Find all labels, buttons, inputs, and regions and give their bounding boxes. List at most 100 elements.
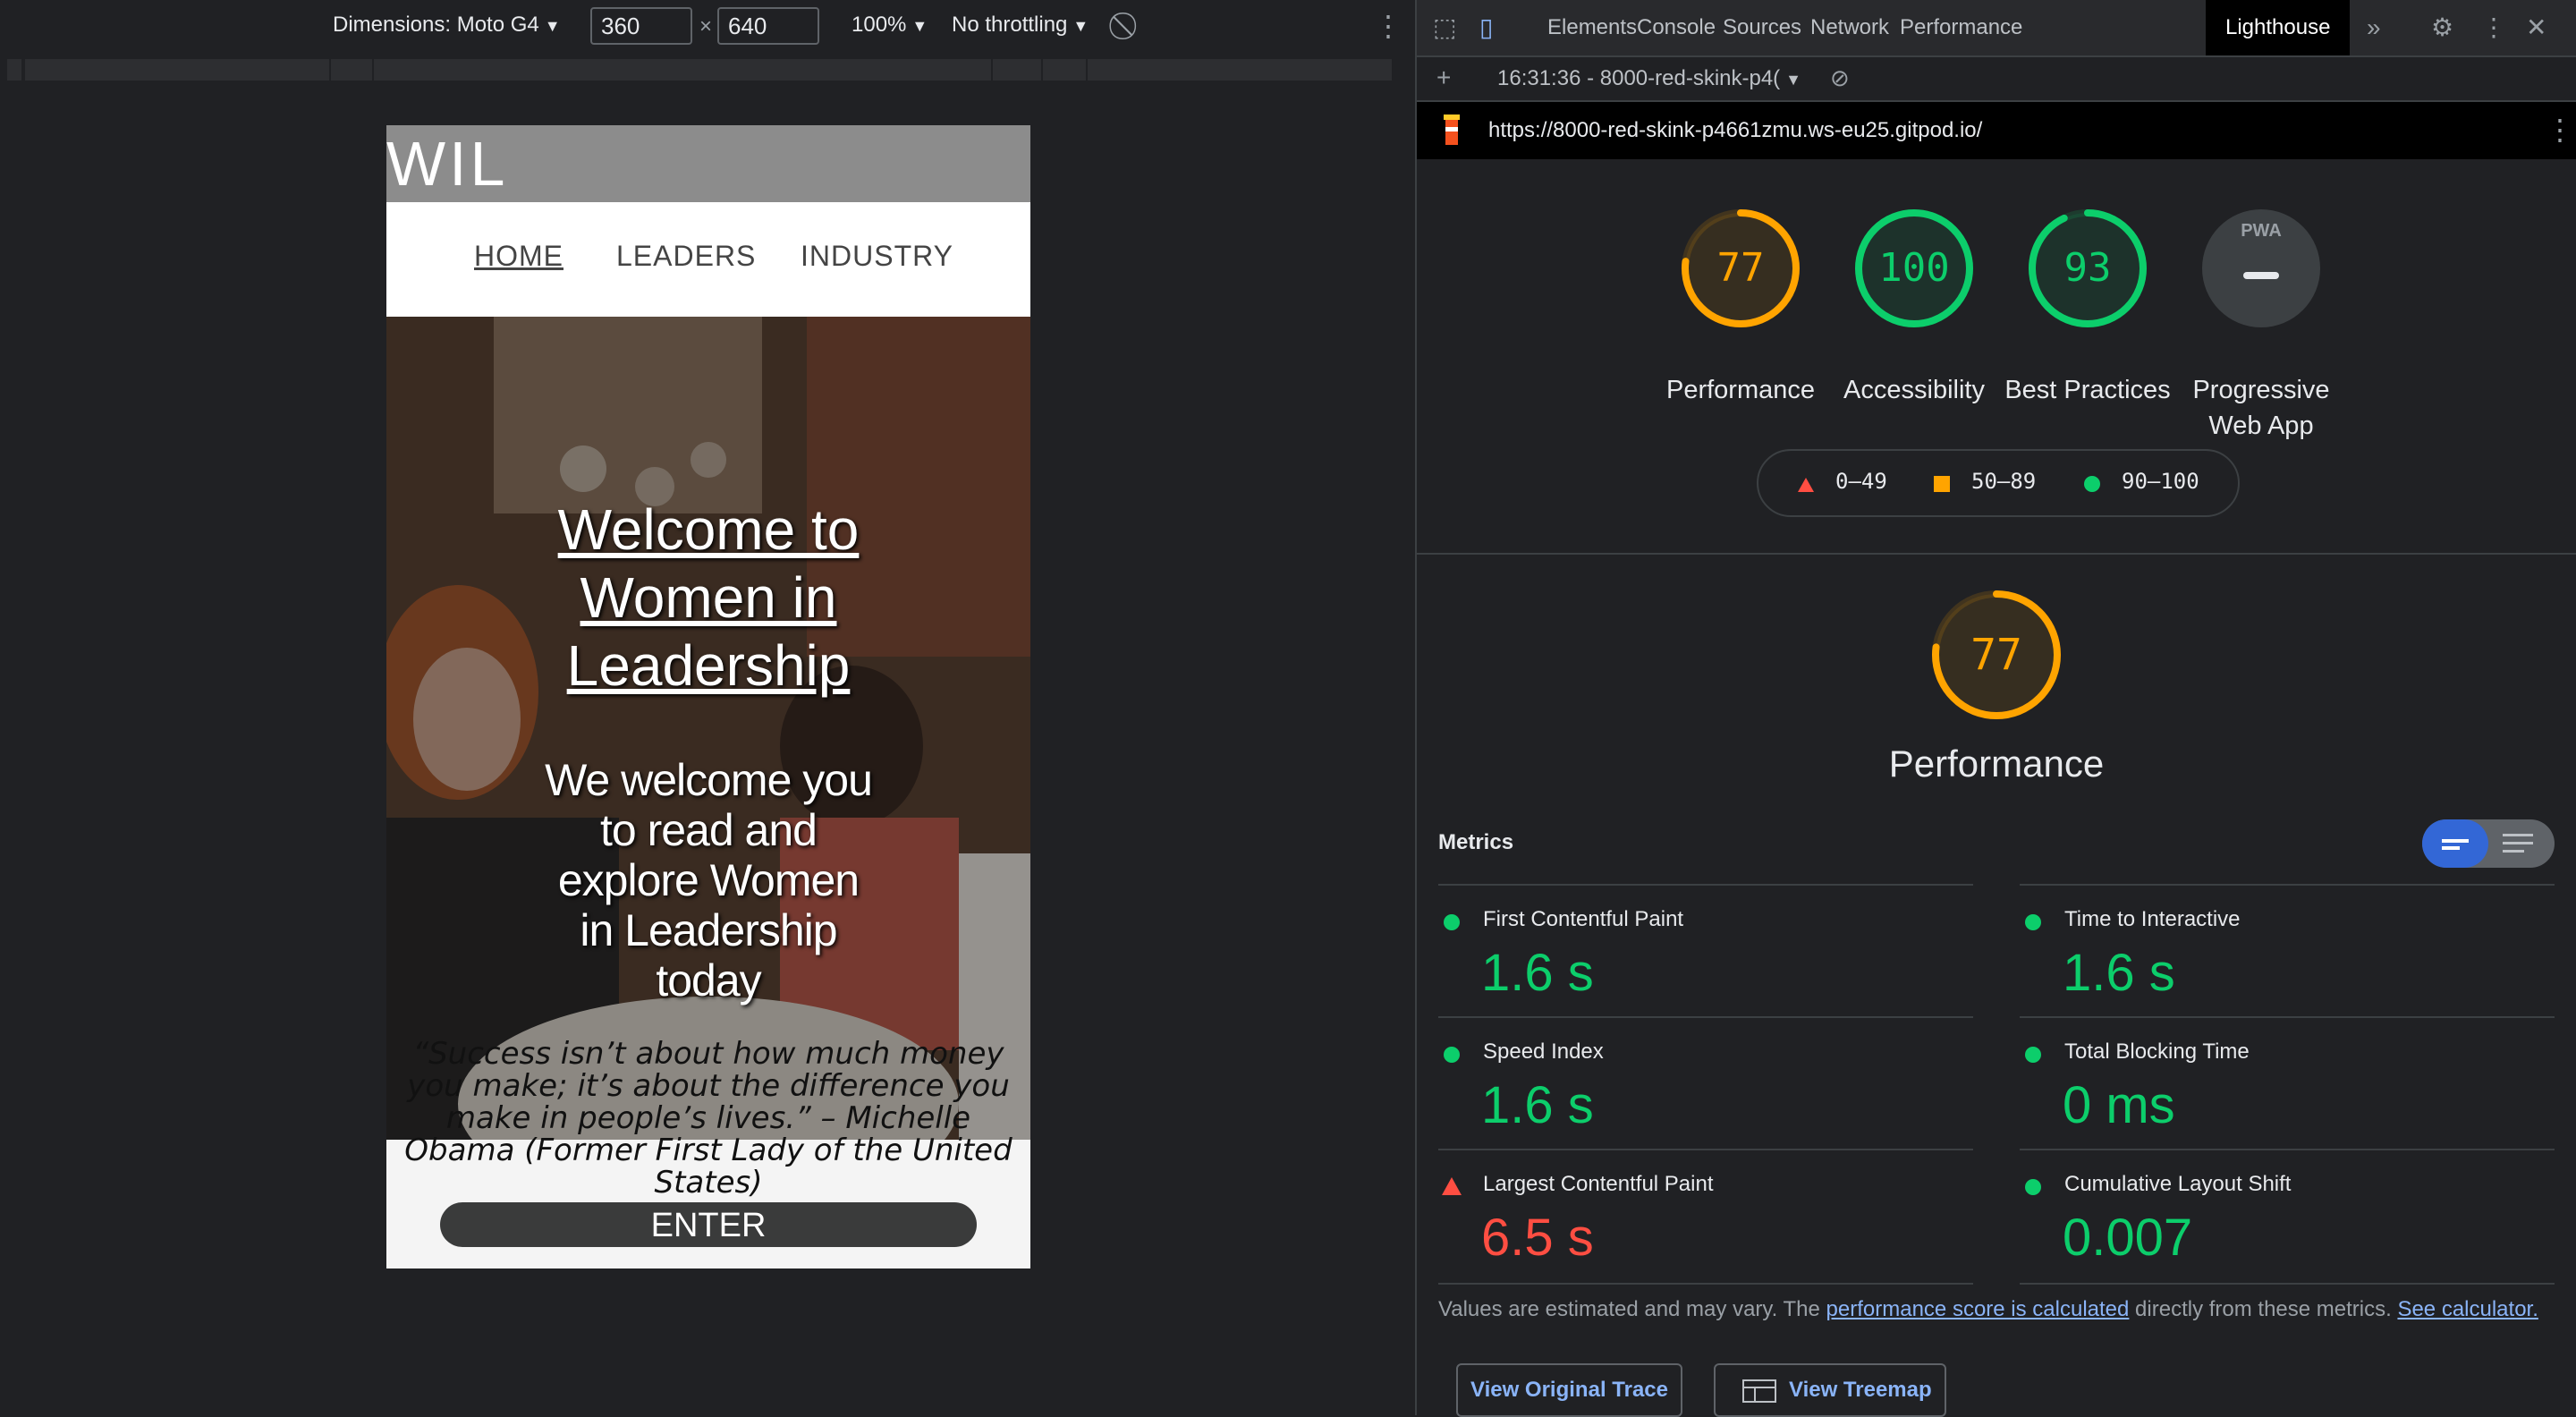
- more-vertical-icon[interactable]: ⋮: [2481, 0, 2506, 55]
- score-value: 93: [2063, 245, 2112, 291]
- media-query-segment[interactable]: [993, 59, 1043, 81]
- chevron-down-icon: ▼: [911, 17, 928, 35]
- list-icon: [2503, 850, 2524, 853]
- hero-title-line: Women in: [580, 565, 837, 630]
- legend-range: 90–100: [2122, 469, 2199, 494]
- device-dropdown[interactable]: Dimensions: Moto G4 ▼: [333, 13, 561, 38]
- hero-text: We welcome you to read and explore Women…: [545, 755, 873, 1005]
- hero-title[interactable]: Welcome to Women in Leadership: [386, 496, 1030, 700]
- performance-title: Performance: [1888, 742, 2105, 785]
- height-input[interactable]: [717, 7, 819, 45]
- metric-speed-index: Speed Index 1.6 s: [1438, 1016, 1973, 1150]
- square-icon: [1934, 476, 1950, 492]
- score-summary: 77 Performance 100 Accessibility 93 Best…: [1417, 159, 2576, 555]
- score-label: Best Practices: [2004, 376, 2171, 404]
- device-toolbar: Dimensions: Moto G4▼ × 100%▼ No throttli…: [0, 0, 1415, 57]
- media-query-segment[interactable]: [1088, 59, 1394, 81]
- chevron-down-icon: ▼: [1072, 17, 1089, 35]
- note-text: Values are estimated and may vary. The: [1438, 1297, 1826, 1321]
- device-toggle-icon[interactable]: ▯: [1479, 0, 1493, 55]
- summary-view-button[interactable]: [2422, 819, 2488, 868]
- more-tabs-icon[interactable]: »: [2367, 0, 2381, 55]
- plus-icon[interactable]: +: [1436, 50, 1451, 106]
- legend-range: 0–49: [1835, 469, 1887, 494]
- metric-title: Time to Interactive: [2064, 907, 2241, 931]
- lighthouse-urlbar: https://8000-red-skink-p4661zmu.ws-eu25.…: [1417, 102, 2576, 159]
- width-input[interactable]: [590, 7, 692, 45]
- gauge-performance[interactable]: 77 Performance: [1666, 206, 1815, 404]
- gear-icon[interactable]: ⚙: [2431, 0, 2453, 55]
- list-icon: [2503, 842, 2533, 844]
- pwa-text: PWA: [2241, 221, 2282, 241]
- view-toggle[interactable]: [2422, 819, 2555, 868]
- pass-circle-icon: [1444, 914, 1460, 930]
- more-vertical-icon[interactable]: ⋮: [1374, 9, 1402, 43]
- nav-home[interactable]: HOME: [474, 240, 564, 273]
- metric-tti: Time to Interactive 1.6 s: [2020, 884, 2555, 1018]
- throttling-dropdown[interactable]: No throttling ▼: [952, 13, 1089, 38]
- site-logo[interactable]: WIL: [386, 125, 508, 202]
- media-query-segment[interactable]: [25, 59, 331, 81]
- media-query-segment[interactable]: [1043, 59, 1088, 81]
- score-calculated-link[interactable]: performance score is calculated: [1826, 1297, 2130, 1321]
- circle-icon: [2084, 476, 2100, 492]
- gauge-accessibility[interactable]: 100 Accessibility: [1843, 206, 1985, 404]
- throttling-label: No throttling: [952, 13, 1068, 37]
- nav-leaders[interactable]: LEADERS: [616, 240, 756, 273]
- see-calculator-link[interactable]: See calculator.: [2397, 1297, 2538, 1321]
- device-label: Dimensions: Moto G4: [333, 13, 539, 37]
- score-label: Performance: [1665, 376, 1815, 404]
- tab-lighthouse[interactable]: Lighthouse: [2206, 0, 2351, 55]
- clear-icon[interactable]: ⊘: [1830, 50, 1850, 106]
- metric-title: Largest Contentful Paint: [1483, 1172, 1714, 1196]
- metric-title: Cumulative Layout Shift: [2064, 1172, 2292, 1196]
- metric-title: First Contentful Paint: [1483, 907, 1684, 931]
- gauge-best-practices[interactable]: 93 Best Practices: [2004, 206, 2171, 404]
- performance-score: 77: [1970, 630, 2022, 680]
- inspect-element-icon[interactable]: ⬚: [1433, 0, 1456, 55]
- performance-gauge: 77: [1928, 587, 2064, 723]
- view-treemap-button[interactable]: View Treemap: [1714, 1363, 1946, 1417]
- list-icon[interactable]: [2503, 834, 2533, 836]
- site-nav: HOME LEADERS INDUSTRY: [386, 202, 1030, 317]
- metric-fcp: First Contentful Paint 1.6 s: [1438, 884, 1973, 1018]
- tab-performance[interactable]: Performance: [1880, 0, 2042, 55]
- metric-title: Total Blocking Time: [2064, 1039, 2250, 1064]
- media-query-segment[interactable]: [374, 59, 993, 81]
- quote-text: “Success isn’t about how much money you …: [404, 1036, 1013, 1201]
- zoom-dropdown[interactable]: 100% ▼: [852, 13, 928, 38]
- metric-cls: Cumulative Layout Shift 0.007: [2020, 1149, 2555, 1285]
- hero-title-line: Welcome to: [557, 497, 860, 562]
- metric-value: 0 ms: [2063, 1076, 2175, 1134]
- lines-icon: [2442, 839, 2469, 843]
- legend-range: 50–89: [1971, 469, 2037, 494]
- nav-industry[interactable]: INDUSTRY: [801, 240, 953, 273]
- more-vertical-icon[interactable]: ⋮: [2546, 113, 2574, 147]
- pass-circle-icon: [2025, 914, 2041, 930]
- metric-value: 6.5 s: [1481, 1209, 1594, 1267]
- triangle-icon: [1798, 478, 1814, 492]
- metric-title: Speed Index: [1483, 1039, 1604, 1064]
- chevron-down-icon: ▼: [1785, 71, 1801, 89]
- gauge-pwa[interactable]: PWA Progressive Web App: [2192, 206, 2330, 440]
- pass-circle-icon: [2025, 1179, 2041, 1195]
- metric-tbt: Total Blocking Time 0 ms: [2020, 1016, 2555, 1150]
- media-query-segment[interactable]: [7, 59, 23, 81]
- media-query-bar[interactable]: [0, 55, 1415, 86]
- report-url[interactable]: https://8000-red-skink-p4661zmu.ws-eu25.…: [1488, 118, 1982, 143]
- close-icon[interactable]: ✕: [2526, 0, 2546, 55]
- metric-value: 0.007: [2063, 1209, 2193, 1267]
- pass-circle-icon: [2025, 1047, 2041, 1063]
- metric-value: 1.6 s: [1481, 1076, 1594, 1134]
- view-original-trace-button[interactable]: View Original Trace: [1456, 1363, 1682, 1417]
- score-value: 100: [1878, 245, 1950, 291]
- chevron-down-icon: ▼: [544, 17, 561, 35]
- score-label: Accessibility: [1843, 376, 1985, 404]
- lines-icon: [2442, 846, 2460, 850]
- enter-button[interactable]: ENTER: [440, 1202, 977, 1247]
- pass-circle-icon: [1444, 1047, 1460, 1063]
- devtools-tabbar: ⬚ ▯ Elements Console Sources Network Per…: [1417, 0, 2576, 57]
- report-select[interactable]: 16:31:36 - 8000-red-skink-p4(▼: [1497, 66, 1801, 91]
- media-query-segment[interactable]: [331, 59, 374, 81]
- treemap-icon: [1742, 1379, 1776, 1403]
